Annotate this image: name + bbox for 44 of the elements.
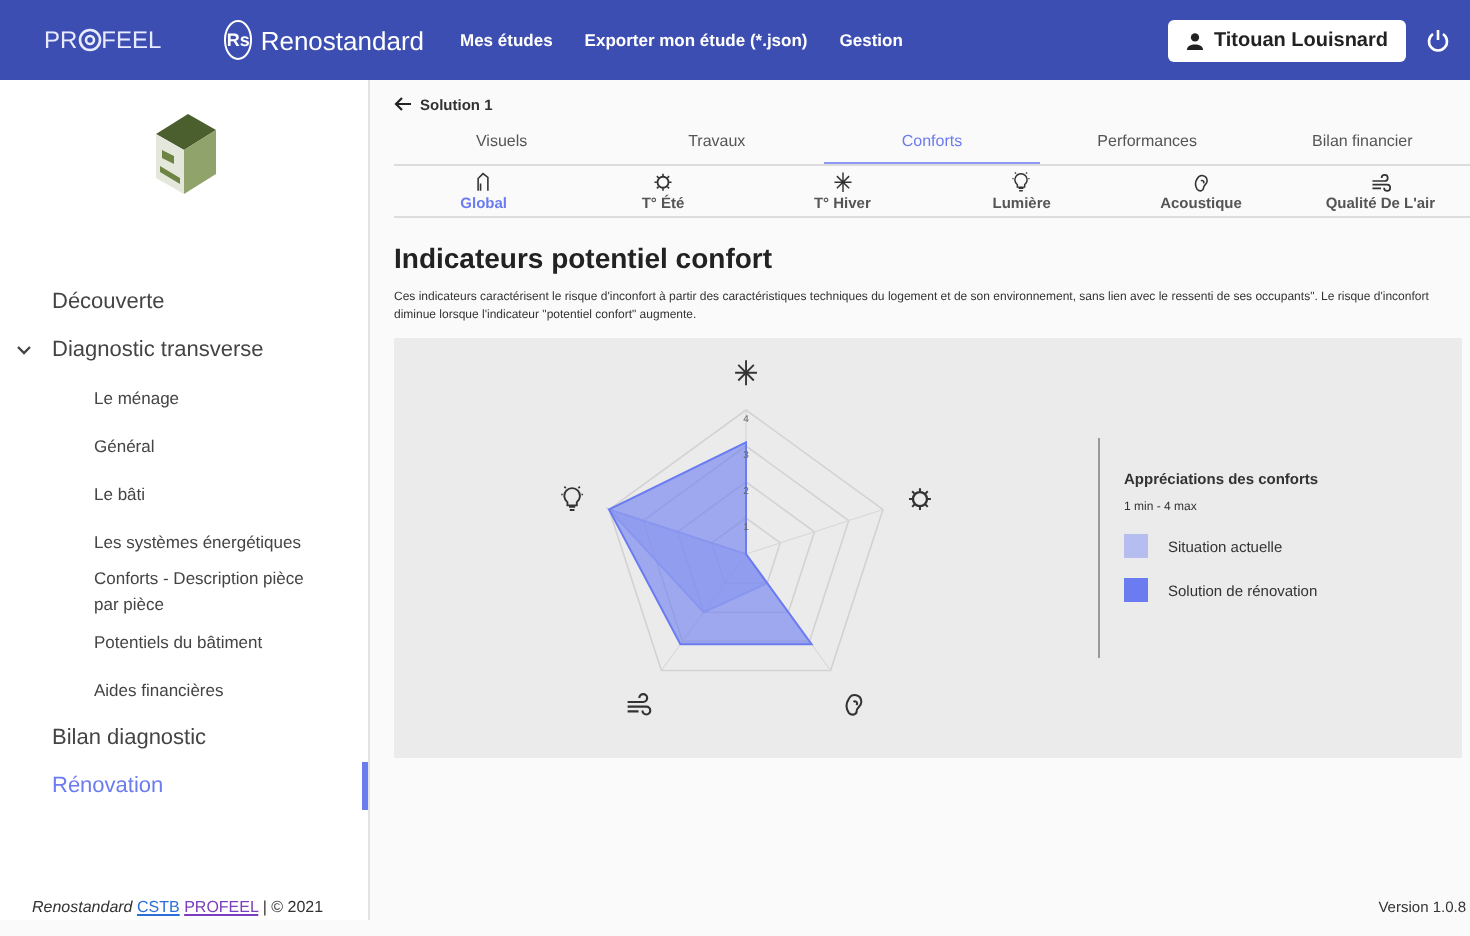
snowflake-icon xyxy=(831,170,854,192)
brand-logo-text: PR xyxy=(44,26,78,54)
power-icon[interactable] xyxy=(1426,28,1450,52)
nav-item[interactable]: Découverte xyxy=(0,278,368,326)
app-name: Renostandard xyxy=(260,25,424,55)
page-title: Indicateurs potentiel confort xyxy=(394,242,775,274)
bulb-icon xyxy=(1010,170,1033,192)
nav-subitem[interactable]: Potentiels du bâtiment xyxy=(0,618,368,666)
tab[interactable]: Performances xyxy=(1039,118,1255,164)
footer-credits: Renostandard CSTB PROFEEL | © 2021 xyxy=(30,898,326,920)
cstb-link[interactable]: CSTB xyxy=(137,898,180,916)
nav-item[interactable]: Diagnostic transverse xyxy=(0,326,368,374)
wind-icon xyxy=(1369,170,1392,192)
target-icon xyxy=(77,28,102,52)
nav-link[interactable]: Mes études xyxy=(460,30,553,50)
brand-badge: Rs xyxy=(224,20,253,60)
nav-subitem[interactable]: Conforts - Description pièce par pièce xyxy=(0,566,368,618)
tab[interactable]: Bilan financier xyxy=(1254,118,1470,164)
ear-icon xyxy=(1190,170,1213,192)
nav-subitem[interactable]: Aides financières xyxy=(0,666,368,714)
nav-item[interactable]: Rénovation xyxy=(0,762,368,810)
nav-subitem[interactable]: Le bâti xyxy=(0,470,368,518)
ear-icon xyxy=(845,694,863,716)
person-icon xyxy=(1185,31,1204,49)
sun-icon xyxy=(652,170,674,192)
profeel-link[interactable]: PROFEEL xyxy=(184,898,259,916)
brand-logo-text: FEEL xyxy=(101,26,162,54)
sun-icon xyxy=(908,487,932,512)
nav-item[interactable]: Bilan diagnostic xyxy=(0,714,368,762)
nav-subitem[interactable]: Le ménage xyxy=(0,374,368,422)
user-button[interactable]: Titouan Louisnard xyxy=(1167,19,1406,61)
wind-icon xyxy=(626,693,652,716)
nav-link[interactable]: Exporter mon étude (*.json) xyxy=(584,30,808,50)
chevron-icon xyxy=(16,342,32,358)
nav-link[interactable]: Gestion xyxy=(839,30,903,50)
house-icon xyxy=(472,170,495,192)
tab[interactable]: Visuels xyxy=(394,118,610,164)
arrow-left-icon xyxy=(394,96,412,112)
tab[interactable]: Conforts xyxy=(824,118,1040,164)
nav-subitem[interactable]: Général xyxy=(0,422,368,470)
bulb-icon xyxy=(560,485,584,511)
tab[interactable]: Travaux xyxy=(609,118,825,164)
nav-subitem[interactable]: Les systèmes énergétiques xyxy=(0,518,368,566)
snowflake-icon xyxy=(734,359,758,387)
